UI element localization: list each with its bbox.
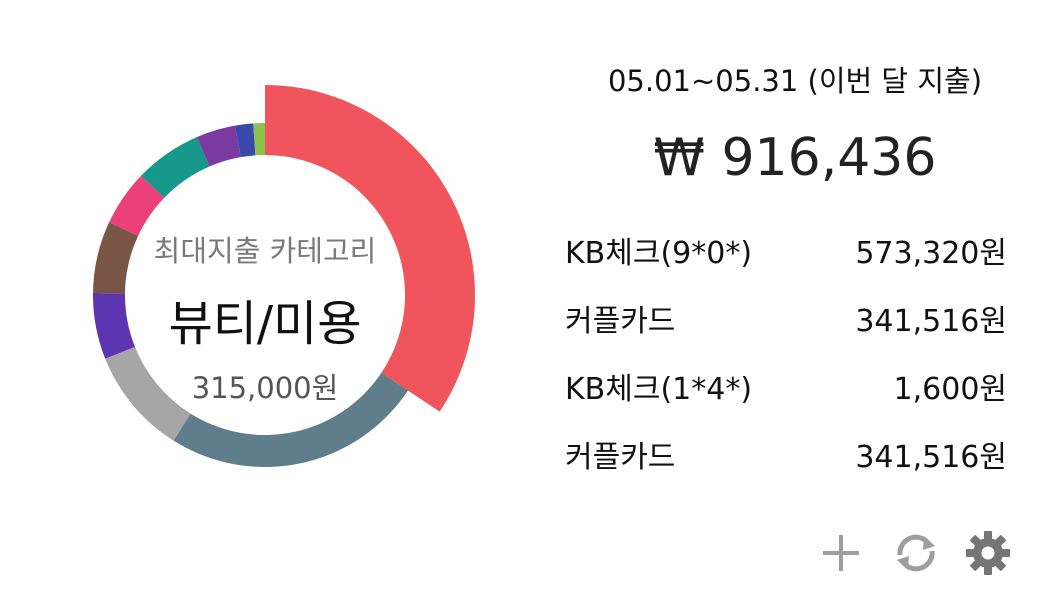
card-row[interactable]: 커플카드 341,516원 [565, 428, 1007, 496]
card-name: 커플카드 [565, 304, 676, 339]
refresh-button[interactable] [891, 528, 941, 578]
card-list: KB체크(9*0*) 573,320원 커플카드 341,516원 KB체크(1… [565, 224, 1007, 496]
category-donut-chart: 최대지출 카테고리 뷰티/미용 315,000원 [30, 60, 500, 530]
plus-icon [823, 535, 859, 571]
card-name: KB체크(1*4*) [565, 372, 753, 407]
card-amount: 573,320원 [855, 236, 1007, 271]
refresh-icon [897, 534, 935, 572]
card-row[interactable]: KB체크(9*0*) 573,320원 [565, 224, 1007, 292]
card-row[interactable]: 커플카드 341,516원 [565, 292, 1007, 360]
card-name: 커플카드 [565, 440, 676, 475]
settings-button[interactable] [963, 528, 1013, 578]
card-row[interactable]: KB체크(1*4*) 1,600원 [565, 360, 1007, 428]
card-amount: 1,600원 [893, 372, 1007, 407]
card-amount: 341,516원 [855, 440, 1007, 475]
top-category-name: 뷰티/미용 [168, 296, 362, 352]
period-label: 05.01~05.31 (이번 달 지출) [607, 64, 983, 98]
total-amount: ₩ 916,436 [653, 128, 937, 188]
expense-widget[interactable]: 최대지출 카테고리 뷰티/미용 315,000원 05.01~05.31 (이번… [0, 0, 1056, 600]
top-category-caption: 최대지출 카테고리 [153, 234, 377, 268]
card-name: KB체크(9*0*) [565, 236, 753, 271]
donut-center: 최대지출 카테고리 뷰티/미용 315,000원 [30, 60, 500, 530]
add-button[interactable] [816, 528, 866, 578]
action-bar [816, 528, 1016, 578]
top-category-amount: 315,000원 [191, 371, 339, 405]
card-amount: 341,516원 [855, 304, 1007, 339]
gear-icon [966, 531, 1010, 575]
